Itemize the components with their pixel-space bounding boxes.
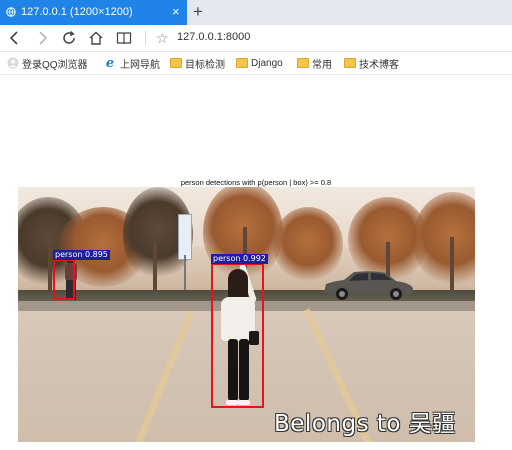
folder-icon — [170, 58, 182, 68]
tab-strip: 127.0.0.1 (1200×1200) × + — [0, 0, 512, 25]
reader-icon[interactable] — [115, 29, 133, 47]
globe-icon — [6, 7, 16, 17]
bookmark-nav[interactable]: e 上网导航 — [104, 55, 160, 71]
address-bar: ☆ 127.0.0.1:8000 — [0, 25, 512, 52]
close-icon[interactable]: × — [172, 4, 180, 19]
folder-icon — [297, 58, 309, 68]
tree-trunk — [48, 247, 52, 292]
back-arrow-icon[interactable] — [6, 29, 24, 47]
detection-box — [53, 259, 75, 300]
car — [324, 271, 413, 300]
page-content: person detections with p(person | box) >… — [0, 75, 512, 450]
street-sign — [178, 214, 192, 260]
bookmarks-bar: 登录QQ浏览器 e 上网导航 目标检测 Django 常用 技术博客 — [0, 52, 512, 75]
tree-trunk — [153, 242, 157, 292]
folder-icon — [344, 58, 356, 68]
tree-trunk — [450, 237, 454, 292]
forward-arrow-icon[interactable] — [33, 29, 51, 47]
ie-icon: e — [105, 55, 115, 71]
bookmark-django[interactable]: Django — [236, 55, 283, 71]
bookmark-login-qq[interactable]: 登录QQ浏览器 — [7, 55, 88, 71]
detection-label: person 0.895 — [53, 250, 110, 260]
watermark-text: Belongs to 吴疆 — [274, 411, 456, 437]
bookmark-common[interactable]: 常用 — [297, 55, 332, 71]
user-icon — [7, 57, 19, 69]
separator — [145, 31, 146, 45]
bookmark-label: 登录QQ浏览器 — [22, 59, 88, 71]
bookmark-label: 常用 — [312, 59, 332, 71]
tab-active[interactable]: 127.0.0.1 (1200×1200) × — [0, 0, 187, 25]
detection-label: person 0.992 — [211, 254, 268, 264]
detection-image: person 0.895 person 0.992 Belongs to 吴疆 — [18, 187, 475, 442]
url-field[interactable]: 127.0.0.1:8000 — [177, 31, 250, 43]
bookmark-label: 目标检测 — [185, 59, 225, 71]
sign-pole — [184, 255, 186, 295]
new-tab-button[interactable]: + — [193, 2, 203, 22]
folder-icon — [236, 58, 248, 68]
reload-icon[interactable] — [60, 29, 78, 47]
bookmark-label: 上网导航 — [120, 59, 160, 71]
tab-title: 127.0.0.1 (1200×1200) — [21, 6, 133, 18]
home-icon[interactable] — [87, 29, 105, 47]
bookmark-label: 技术博客 — [359, 59, 399, 71]
star-icon[interactable]: ☆ — [156, 29, 169, 47]
detection-box — [211, 263, 264, 408]
road-stripe — [131, 311, 195, 442]
bookmark-tech-blog[interactable]: 技术博客 — [344, 55, 399, 71]
bookmark-object-detection[interactable]: 目标检测 — [170, 55, 225, 71]
bookmark-label: Django — [251, 57, 283, 69]
figure-title: person detections with p(person | box) >… — [180, 178, 332, 187]
